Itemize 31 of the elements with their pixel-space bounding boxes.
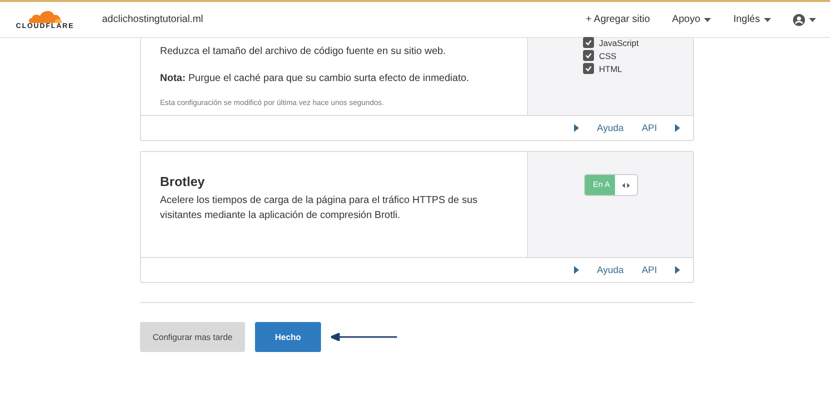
done-button[interactable]: Hecho bbox=[255, 322, 321, 352]
description: Acelere los tiempos de carga de la página para el tráfico HTTPS de sus visitantes mediante la aplicación de compresión Brotli. bbox=[160, 194, 478, 223]
card-title: Brotley bbox=[160, 174, 206, 189]
checkbox[interactable] bbox=[583, 50, 594, 61]
description: Reduzca el tamaño del archivo de código fuente en su sitio web. bbox=[160, 45, 447, 59]
expand-icon[interactable] bbox=[675, 266, 680, 274]
nav-menu[interactable]: Inglés bbox=[733, 14, 760, 25]
checkbox-label: JavaScript bbox=[599, 38, 639, 48]
checkbox-label: HTML bbox=[599, 64, 622, 74]
caret-icon[interactable] bbox=[704, 18, 712, 22]
help-link[interactable]: Ayuda bbox=[596, 264, 624, 276]
checkbox[interactable] bbox=[583, 37, 594, 48]
expand-icon[interactable] bbox=[574, 124, 579, 132]
arrow-icon bbox=[331, 333, 397, 341]
help-link[interactable]: Ayuda bbox=[596, 122, 624, 134]
caret-icon[interactable] bbox=[764, 18, 771, 22]
checkbox[interactable] bbox=[583, 63, 594, 74]
api-link[interactable]: API bbox=[642, 264, 657, 276]
checkbox-label: CSS bbox=[599, 50, 616, 60]
cloud-logo-icon bbox=[27, 9, 63, 23]
user-icon[interactable] bbox=[793, 14, 805, 26]
caret-icon[interactable] bbox=[809, 18, 816, 22]
nav-menu[interactable]: + Agregar sitio bbox=[586, 14, 650, 25]
later-button[interactable]: Configurar mas tarde bbox=[140, 322, 245, 352]
expand-icon[interactable] bbox=[675, 124, 680, 132]
site-name: adclichostingtutorial.ml bbox=[102, 14, 204, 25]
expand-icon[interactable] bbox=[574, 266, 579, 274]
description: Nota: Purgue el caché para que su cambio surta efecto de inmediato. bbox=[160, 72, 470, 86]
nav-menu[interactable]: Apoyo bbox=[672, 14, 700, 25]
api-link[interactable]: API bbox=[642, 122, 657, 134]
handle-icon bbox=[622, 182, 630, 188]
